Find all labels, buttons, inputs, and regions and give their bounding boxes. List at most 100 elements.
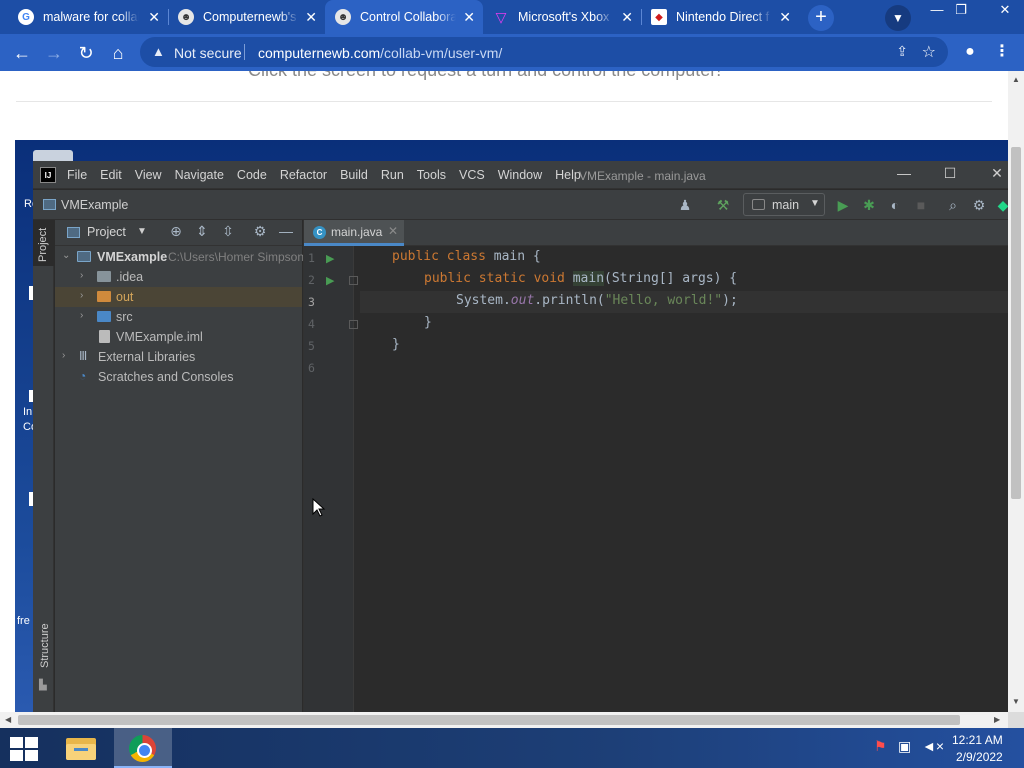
tree-item-idea[interactable]: › .idea [55,267,302,287]
browser-tab[interactable]: ◆ Nintendo Direct f ✕ [641,0,799,34]
profile-icon[interactable]: ● [958,40,982,64]
run-gutter-icon[interactable]: ▶ [326,274,334,287]
page-vertical-scrollbar[interactable]: ▲ ▼ [1008,71,1024,712]
close-tab-icon[interactable]: ✕ [305,9,317,25]
structure-tool-tab[interactable]: Structure [39,623,51,668]
menu-tools[interactable]: Tools [417,168,446,182]
menu-view[interactable]: View [135,168,162,182]
menu-navigate[interactable]: Navigate [175,168,224,182]
desktop-icon-label[interactable]: fre [17,615,30,627]
ide-maximize-button[interactable]: ☐ [937,165,963,182]
close-tab-icon[interactable]: ✕ [463,9,475,25]
browser-tab-active[interactable]: ☻ Control Collabora ✕ [325,0,483,34]
address-url[interactable]: computernewb.com/collab-vm/user-vm/ [258,45,502,61]
menu-file[interactable]: File [67,168,87,182]
new-tab-button[interactable]: + [808,5,834,31]
tree-item-src[interactable]: › src [55,307,302,327]
panel-settings-gear-icon[interactable]: ⚙ [251,223,269,240]
menu-edit[interactable]: Edit [100,168,122,182]
chevron-right-icon[interactable]: › [80,310,83,321]
chevron-right-icon[interactable]: › [80,270,83,281]
menu-help[interactable]: Help [555,168,581,182]
taskbar-clock-date[interactable]: 2/9/2022 [956,750,1003,764]
tree-item-scratches[interactable]: ◔ Scratches and Consoles [55,367,302,387]
browser-tab[interactable]: ☻ Computernewb's ✕ [168,0,325,34]
hide-panel-icon[interactable]: — [277,223,295,239]
ide-close-button[interactable]: ✕ [984,165,1008,182]
chevron-right-icon[interactable]: › [80,290,83,301]
menu-vcs[interactable]: VCS [459,168,485,182]
scroll-left-icon[interactable]: ◀ [5,715,11,724]
menu-run[interactable]: Run [381,168,404,182]
scrollbar-thumb[interactable] [1011,147,1021,499]
close-tab-icon[interactable]: ✕ [621,9,633,25]
code-area[interactable]: public class main { public static void m… [360,246,1008,712]
tree-item-out[interactable]: › out [55,287,302,307]
chrome-taskbar-button[interactable] [114,728,172,768]
menu-refactor[interactable]: Refactor [280,168,327,182]
close-window-button[interactable]: ✕ [990,2,1020,18]
file-explorer-icon[interactable] [64,734,98,762]
browser-tab[interactable]: G malware for collab ✕ [8,0,168,34]
security-label[interactable]: Not secure [174,45,242,61]
chevron-down-icon[interactable]: ▼ [137,226,147,237]
navbar-project-name[interactable]: VMExample [61,198,128,212]
expand-all-icon[interactable]: ⇕ [193,223,211,240]
close-tab-icon[interactable]: ✕ [779,9,791,25]
search-icon[interactable]: ⌕ [943,197,963,214]
run-gutter-icon[interactable]: ▶ [326,252,334,265]
close-tab-icon[interactable]: ✕ [148,9,160,25]
volume-muted-icon[interactable]: ◄× [922,738,944,754]
taskbar-clock-time[interactable]: 12:21 AM [952,733,1003,747]
project-tool-tab[interactable]: Project [33,220,54,266]
menu-build[interactable]: Build [340,168,368,182]
network-icon[interactable]: ▣ [898,738,911,755]
share-icon[interactable]: ⇪ [896,43,908,60]
tree-item-external-libraries[interactable]: › Ⅲ External Libraries [55,347,302,367]
close-tab-icon[interactable]: ✕ [388,224,398,238]
chevron-down-icon[interactable]: ⌄ [62,250,70,261]
restore-window-button[interactable]: ❐ [946,2,976,18]
browser-tab[interactable]: ▽ Microsoft's Xbox ✕ [483,0,641,34]
debug-icon[interactable]: ✱ [859,197,879,214]
chevron-right-icon[interactable]: › [62,350,65,361]
tab-search-button[interactable]: ▼ [885,5,911,31]
scroll-down-icon[interactable]: ▼ [1012,697,1020,706]
user-account-icon[interactable]: ♟ [675,197,695,214]
google-icon: G [18,9,34,25]
scroll-right-icon[interactable]: ▶ [994,715,1000,724]
run-icon[interactable]: ▶ [833,197,853,214]
run-configuration-select[interactable]: main ▼ [743,193,825,216]
scroll-up-icon[interactable]: ▲ [1012,75,1020,84]
action-center-flag-icon[interactable]: ⚑ [874,738,887,755]
address-bar[interactable]: ▲ Not secure computernewb.com/collab-vm/… [140,37,948,67]
desktop-icon-label[interactable]: In [23,406,32,418]
browser-menu-icon[interactable]: ⋮ [994,40,1010,64]
page-horizontal-scrollbar[interactable]: ◀ ▶ [0,712,1008,728]
coverage-icon[interactable]: ◐ [885,197,905,213]
collapse-all-icon[interactable]: ⇳ [219,223,237,240]
home-button[interactable]: ⌂ [105,40,131,66]
scrollbar-thumb[interactable] [18,715,960,725]
tree-item-iml[interactable]: VMExample.iml [55,327,302,347]
fold-icon[interactable] [349,320,358,329]
menu-code[interactable]: Code [237,168,267,182]
bookmark-star-icon[interactable]: ☆ [922,42,936,62]
menu-window[interactable]: Window [498,168,542,182]
ide-minimize-button[interactable]: — [891,165,917,181]
reload-button[interactable]: ↻ [73,40,99,66]
back-button[interactable]: ← [9,40,35,66]
plugin-icon[interactable]: ◆ [993,197,1008,214]
structure-icon[interactable]: ▙ [39,680,47,691]
stop-icon[interactable]: ■ [911,197,931,213]
settings-gear-icon[interactable]: ⚙ [969,197,989,214]
project-panel-title[interactable]: Project [87,225,126,239]
forward-button[interactable]: → [41,40,67,66]
build-hammer-icon[interactable]: ⚒ [713,197,733,214]
locate-file-icon[interactable]: ⊕ [167,223,185,240]
windows-start-icon[interactable] [10,737,38,761]
fold-icon[interactable] [349,276,358,285]
tree-item-vmexample[interactable]: ⌄ VMExample C:\Users\Homer Simpson [55,247,304,267]
editor-tab-main-java[interactable]: C main.java ✕ [304,220,404,246]
warning-icon[interactable]: ▲ [152,44,165,59]
